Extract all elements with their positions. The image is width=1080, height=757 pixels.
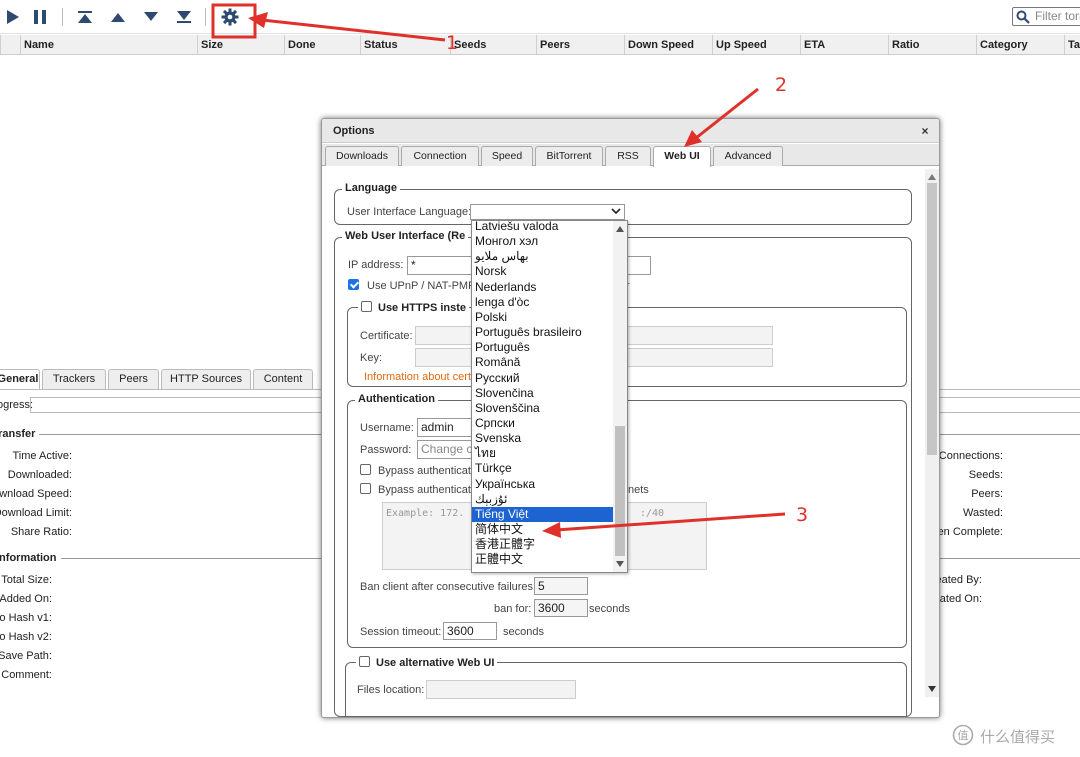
gear-highlight-box (211, 3, 257, 39)
arrow-3-line (555, 512, 786, 532)
annotation-number-1: 1 (446, 32, 459, 54)
watermark-text: 什么值得买 (980, 729, 1056, 746)
annotation-overlay (211, 3, 786, 538)
arrow-1-line (261, 18, 446, 42)
annotation-number-2: 2 (775, 74, 788, 96)
arrow-2-head (684, 130, 702, 147)
arrow-3-head (542, 522, 561, 538)
annotation-number-3: 3 (796, 504, 809, 526)
svg-text:值: 值 (958, 729, 969, 742)
arrow-1-head (248, 12, 268, 28)
arrow-2-line (695, 87, 759, 140)
watermark: 值 什么值得买 (952, 724, 1072, 746)
watermark-logo-icon: 值 (952, 724, 974, 746)
